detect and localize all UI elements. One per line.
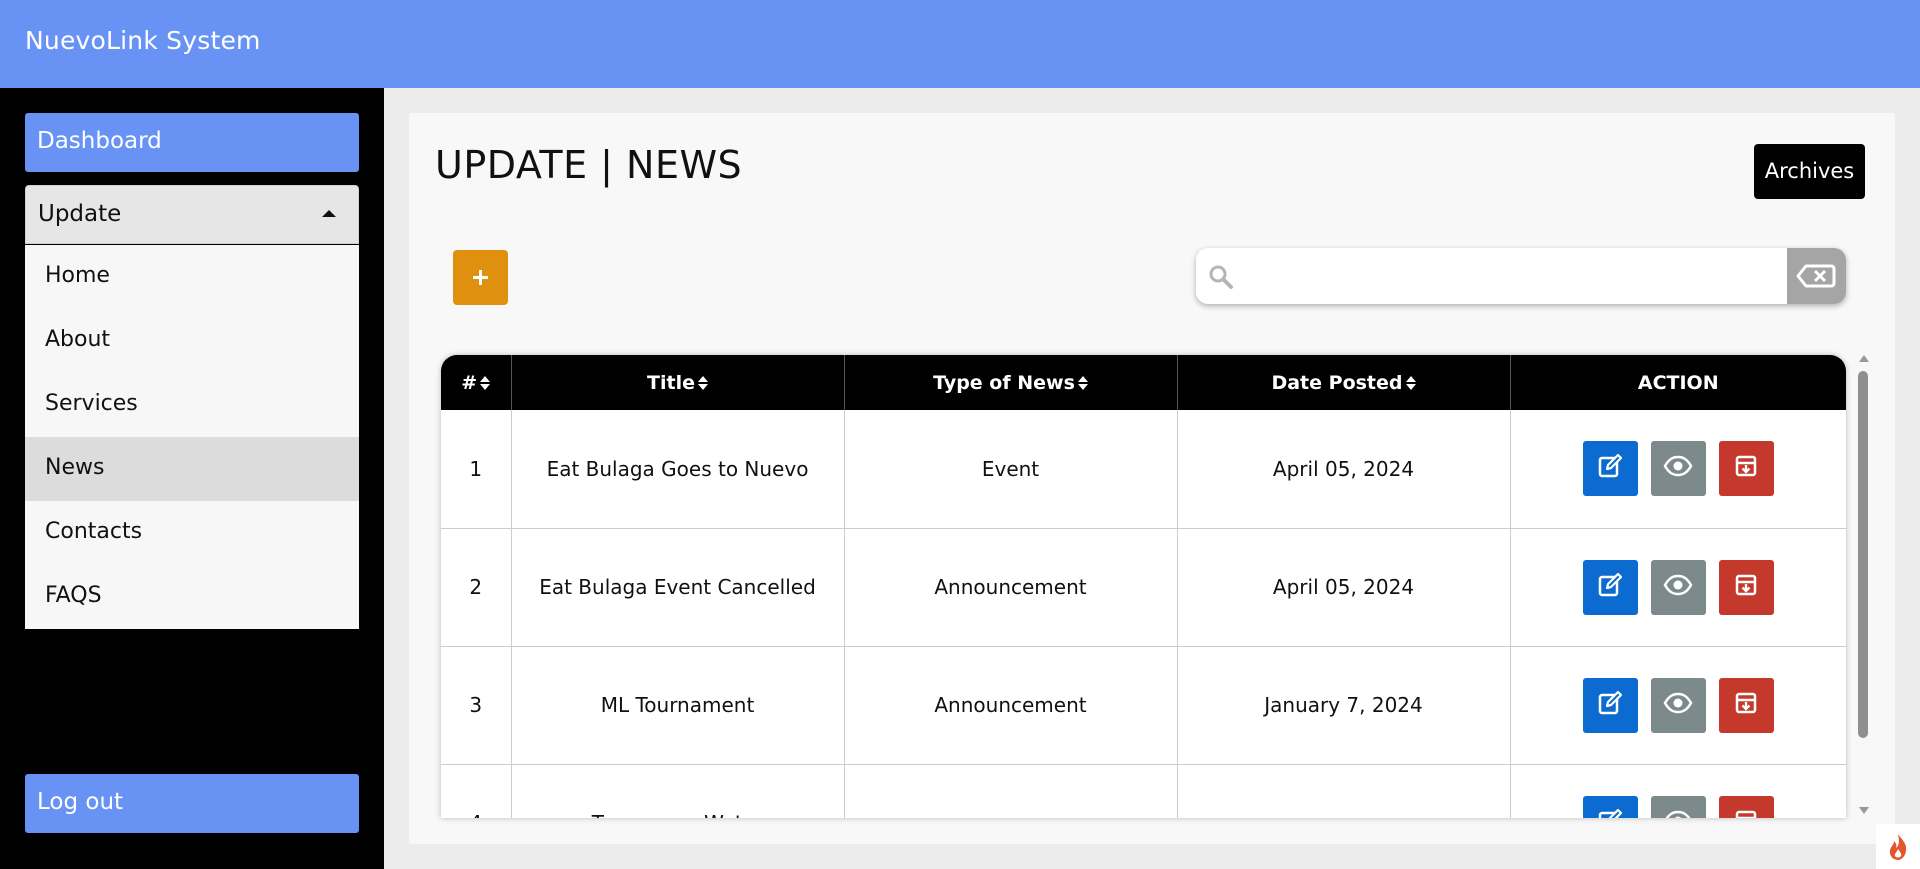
scroll-up-arrow-icon[interactable]	[1859, 355, 1869, 362]
table-row: 4Temporary Water	[441, 764, 1846, 818]
cell-actions	[1510, 528, 1846, 647]
cell-type: Event	[844, 410, 1178, 529]
table-scrollbar[interactable]	[1856, 355, 1872, 831]
cell-title: Eat Bulaga Goes to Nuevo	[511, 410, 845, 529]
edit-button[interactable]	[1582, 559, 1638, 615]
sort-icon	[697, 376, 708, 390]
edit-icon	[1597, 453, 1623, 484]
logout-button[interactable]: Log out	[25, 774, 359, 833]
news-table: # Title Type of News Date Posted ACTION …	[441, 355, 1846, 818]
cell-number: 3	[441, 646, 512, 765]
top-bar: NuevoLink System	[0, 0, 1920, 88]
eye-icon	[1663, 574, 1693, 601]
archive-button[interactable]	[1718, 559, 1774, 615]
backspace-icon	[1796, 264, 1836, 288]
page-title: UPDATE | NEWS	[435, 143, 743, 187]
edit-icon	[1597, 808, 1623, 818]
archive-icon	[1734, 454, 1758, 483]
cell-title: ML Tournament	[511, 646, 845, 765]
column-header-title[interactable]: Title	[511, 355, 845, 410]
sort-icon	[1077, 376, 1088, 390]
cell-actions	[1510, 764, 1846, 818]
clear-search-button[interactable]	[1787, 248, 1846, 304]
cell-number: 2	[441, 528, 512, 647]
view-button[interactable]	[1650, 559, 1706, 615]
add-news-button[interactable]	[453, 250, 508, 305]
archive-icon	[1734, 809, 1758, 818]
edit-icon	[1597, 690, 1623, 721]
submenu-item-services[interactable]: Services	[25, 373, 359, 437]
cell-date: April 05, 2024	[1177, 410, 1511, 529]
search-icon	[1209, 265, 1233, 289]
edit-button[interactable]	[1582, 795, 1638, 818]
update-label: Update	[38, 201, 122, 227]
submenu-item-about[interactable]: About	[25, 309, 359, 373]
view-button[interactable]	[1650, 441, 1706, 497]
archive-button[interactable]	[1718, 441, 1774, 497]
update-dropdown-toggle[interactable]: Update	[25, 185, 359, 244]
column-header-date[interactable]: Date Posted	[1177, 355, 1511, 410]
cell-date	[1177, 764, 1511, 818]
fire-badge[interactable]	[1876, 824, 1920, 869]
archive-button[interactable]	[1718, 795, 1774, 818]
app-title: NuevoLink System	[25, 26, 261, 55]
view-button[interactable]	[1650, 677, 1706, 733]
column-header-action: ACTION	[1510, 355, 1846, 410]
cell-date: January 7, 2024	[1177, 646, 1511, 765]
dashboard-button[interactable]: Dashboard	[25, 113, 359, 172]
cell-date: April 05, 2024	[1177, 528, 1511, 647]
table-row: 3 ML Tournament Announcement January 7, 202…	[441, 646, 1846, 765]
archive-icon	[1734, 573, 1758, 602]
submenu-item-home[interactable]: Home	[25, 245, 359, 309]
caret-up-icon	[322, 210, 336, 217]
eye-icon	[1663, 692, 1693, 719]
column-header-number[interactable]: #	[441, 355, 512, 410]
cell-title: Temporary Water	[511, 764, 845, 818]
scroll-down-arrow-icon[interactable]	[1859, 807, 1869, 814]
submenu-item-contacts[interactable]: Contacts	[25, 501, 359, 565]
scrollbar-thumb[interactable]	[1858, 371, 1868, 738]
edit-icon	[1597, 572, 1623, 603]
cell-title: Eat Bulaga Event Cancelled	[511, 528, 845, 647]
eye-icon	[1663, 810, 1693, 818]
cell-type: Announcement	[844, 646, 1178, 765]
archive-icon	[1734, 691, 1758, 720]
sidebar: Dashboard Update Home About Services New…	[0, 88, 384, 869]
archives-button[interactable]: Archives	[1754, 144, 1865, 199]
eye-icon	[1663, 455, 1693, 482]
cell-actions	[1510, 646, 1846, 765]
search-input[interactable]	[1244, 248, 1784, 304]
cell-number: 1	[441, 410, 512, 529]
cell-number: 4	[441, 764, 512, 818]
search-box	[1196, 248, 1846, 304]
table-row: 2 Eat Bulaga Event Cancelled Announcement A…	[441, 528, 1846, 647]
table-header-row: # Title Type of News Date Posted ACTION	[441, 355, 1846, 410]
sort-icon	[1405, 376, 1416, 390]
column-header-type[interactable]: Type of News	[844, 355, 1178, 410]
update-submenu: Home About Services News Contacts FAQS	[25, 245, 359, 629]
sort-icon	[480, 376, 491, 390]
table-row: 1 Eat Bulaga Goes to Nuevo Event April 05, …	[441, 410, 1846, 529]
fire-icon	[1889, 834, 1907, 860]
cell-actions	[1510, 410, 1846, 529]
archive-button[interactable]	[1718, 677, 1774, 733]
submenu-item-faqs[interactable]: FAQS	[25, 565, 359, 629]
cell-type	[844, 764, 1178, 818]
edit-button[interactable]	[1582, 677, 1638, 733]
news-table-container: # Title Type of News Date Posted ACTION …	[441, 355, 1846, 818]
submenu-item-news[interactable]: News	[25, 437, 359, 501]
cell-type: Announcement	[844, 528, 1178, 647]
view-button[interactable]	[1650, 795, 1706, 818]
edit-button[interactable]	[1582, 441, 1638, 497]
main-panel: UPDATE | NEWS Archives # Title Type of N…	[409, 113, 1895, 844]
